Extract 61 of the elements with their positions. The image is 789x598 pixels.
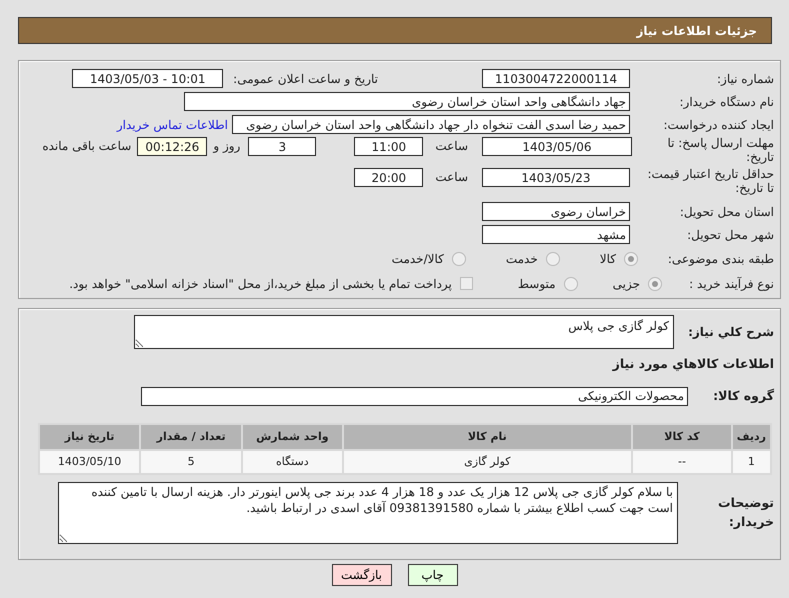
radio-button[interactable] bbox=[648, 276, 662, 290]
back-button[interactable]: بازگشت bbox=[332, 564, 392, 586]
column-header: کد کالا bbox=[633, 425, 731, 449]
option-label: خدمت bbox=[506, 250, 538, 268]
city-field[interactable]: مشهد bbox=[482, 225, 630, 244]
option-label: کالا bbox=[600, 250, 616, 268]
column-header: ردیف bbox=[732, 425, 770, 449]
description-field[interactable]: کولر گازی جی پلاس bbox=[134, 315, 674, 349]
checkbox[interactable] bbox=[460, 277, 473, 290]
remaining-label: ساعت باقی مانده bbox=[42, 138, 132, 155]
field-label: تاریخ و ساعت اعلان عمومی: bbox=[233, 70, 378, 88]
table-cell: 1403/05/10 bbox=[40, 451, 140, 473]
field-label: طبقه بندی موضوعی: bbox=[666, 250, 774, 268]
column-header: نام کالا bbox=[344, 425, 632, 449]
remaining-time-field[interactable]: 00:12:26 bbox=[137, 137, 208, 156]
time-label: ساعت bbox=[435, 138, 468, 155]
table-cell: دستگاه bbox=[243, 451, 342, 473]
field-label: مهلت ارسال پاسخ: تا تاریخ: bbox=[666, 137, 774, 165]
province-field[interactable]: خراسان رضوی bbox=[482, 202, 630, 221]
contact-link[interactable]: اطلاعات تماس خریدار bbox=[116, 116, 228, 134]
goods-group-field[interactable]: محصولات الکترونیکی bbox=[141, 386, 688, 406]
field-label: شماره نیاز: bbox=[716, 70, 774, 88]
field-label: توضیحات خریدار: bbox=[717, 494, 774, 531]
field-label: ایجاد کننده درخواست: bbox=[662, 116, 774, 134]
page-title: جزئیات اطلاعات نیاز bbox=[18, 17, 772, 44]
field-label: نوع فرآیند خرید : bbox=[688, 276, 774, 292]
time-field[interactable]: 20:00 bbox=[354, 168, 424, 187]
days-label: روز و bbox=[213, 138, 240, 155]
field-label: استان محل تحویل: bbox=[678, 204, 774, 220]
radio-button[interactable] bbox=[546, 252, 560, 266]
announce-date-field[interactable]: 1403/05/03 - 10:01 bbox=[72, 69, 224, 88]
option-label: کالا/خدمت bbox=[392, 250, 444, 268]
requester-field[interactable]: حمید رضا اسدی الفت تنخواه دار جهاد دانشگاهی واحد استان خراسان رضوی bbox=[232, 115, 630, 134]
field-label: شرح کلي نياز: bbox=[687, 324, 774, 341]
table-cell: -- bbox=[633, 451, 731, 473]
date-field[interactable]: 1403/05/23 bbox=[482, 168, 630, 187]
section-title: اطلاعات کالاهاي مورد نياز bbox=[612, 354, 774, 373]
date-field[interactable]: 1403/05/06 bbox=[482, 137, 632, 156]
table-cell: 5 bbox=[141, 451, 242, 473]
field-label: حداقل تاریخ اعتبار قیمت: تا تاریخ: bbox=[646, 168, 774, 196]
column-header: تاریخ نیاز bbox=[40, 425, 140, 449]
radio-button[interactable] bbox=[624, 252, 638, 266]
need-number-field[interactable]: 1103004722000114 bbox=[482, 69, 630, 88]
column-header: تعداد / مقدار bbox=[141, 425, 242, 449]
radio-button[interactable] bbox=[452, 252, 466, 266]
table-cell: 1 bbox=[732, 451, 770, 473]
days-field[interactable]: 3 bbox=[248, 137, 316, 156]
time-label: ساعت bbox=[435, 169, 468, 186]
option-label: جزیی bbox=[612, 276, 640, 292]
time-field[interactable]: 11:00 bbox=[354, 137, 424, 156]
field-label: نام دستگاه خریدار: bbox=[678, 94, 774, 110]
checkbox-label: پرداخت تمام یا بخشی از مبلغ خرید،از محل "اسناد خزانه اسلامی" خواهد بود. bbox=[69, 276, 452, 292]
field-label: گروه کالا: bbox=[712, 386, 774, 405]
table-cell: کولر گازی bbox=[344, 451, 632, 473]
print-button[interactable]: چاپ bbox=[408, 564, 458, 586]
radio-button[interactable] bbox=[564, 276, 578, 290]
option-label: متوسط bbox=[518, 276, 556, 292]
field-label: شهر محل تحویل: bbox=[686, 226, 774, 244]
column-header: واحد شمارش bbox=[243, 425, 342, 449]
buyer-notes-field[interactable]: با سلام کولر گازی جی پلاس 12 هزار یک عدد و 18 هزار 4 عدد برند جی پلاس اینورتر دار. هزینه ارسال با تامین کننده است جهت کسب اطلاع بیشتر با شماره 09381391580 آقای اسدی در ارتباط باشید. bbox=[58, 482, 678, 544]
buyer-org-field[interactable]: جهاد دانشگاهی واحد استان خراسان رضوی bbox=[184, 92, 630, 111]
